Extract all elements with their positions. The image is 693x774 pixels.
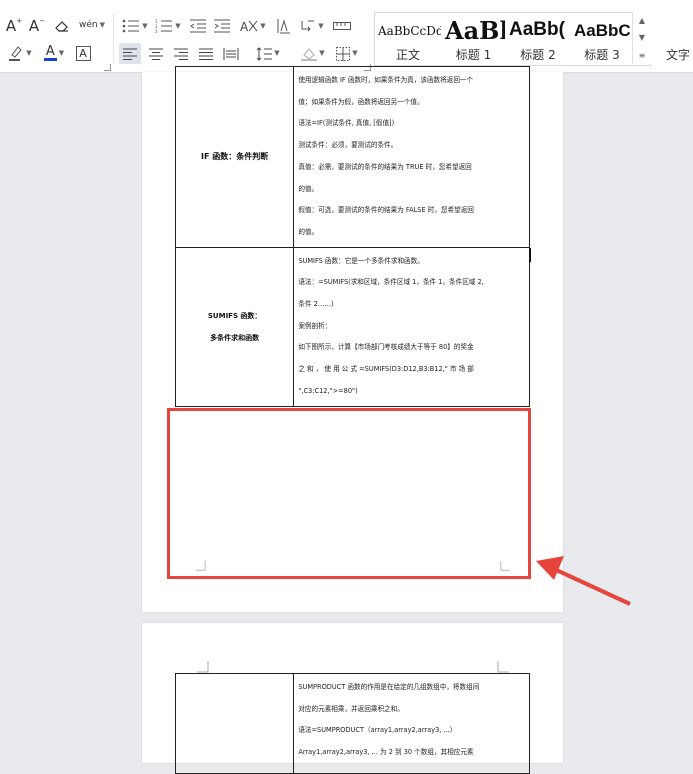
description-line: SUMIFS 函数：它是一个多条件求和函数。 <box>298 256 424 265</box>
line-spacing-icon[interactable]: ▼ <box>253 43 283 64</box>
style-normal-label: 正文 <box>395 48 420 62</box>
font-color-icon[interactable]: A ▼ <box>40 43 68 63</box>
align-left-icon[interactable] <box>119 43 141 64</box>
style-heading-2[interactable]: AaBb( 标题 2 <box>506 13 570 65</box>
table-cell-description[interactable]: 使用逻辑函数 IF 函数时，如果条件为真，该函数将返回一个 值；如果条件为假，函… <box>293 66 530 248</box>
description-line: 真值：必需，要测试的条件的结果为 TRUE 时，您希望返回 <box>298 162 472 171</box>
table-cell-label[interactable]: IF 函数：条件判断 <box>174 66 295 248</box>
style-heading-3-label: 标题 3 <box>584 48 620 62</box>
function-table: IF 函数：条件判断 使用逻辑函数 IF 函数时，如果条件为真，该函数将返回一个… <box>174 66 530 407</box>
description-line: 使用逻辑函数 IF 函数时，如果条件为真，该函数将返回一个 <box>298 76 474 84</box>
table-row: IF 函数：条件判断 使用逻辑函数 IF 函数时，如果条件为真，该函数将返回一个… <box>174 66 530 248</box>
description-line: 语法=IF(测试条件, 真值, [假值]) <box>298 119 395 128</box>
font-dialog-launcher[interactable] <box>104 64 111 71</box>
ribbon-toolbar: A + A − wén ▼ ▼ 1 2 3 ▼ A ▼ ▼ ▼ A ▼ A ▼ … <box>0 0 693 73</box>
description-line: 的值。 <box>298 184 319 193</box>
style-heading-1-label: 标题 1 <box>455 48 492 62</box>
description-line: 之 和 ， 使 用 公 式 =SUMIFS(D3:D12,B3:B12," 市 … <box>298 365 474 374</box>
table-cell-label[interactable]: SUMIFS 函数： 多条件求和函数 <box>174 246 295 407</box>
ruler-icon[interactable] <box>331 16 353 36</box>
crop-mark-icon <box>497 661 509 673</box>
table-cell-label[interactable] <box>174 673 295 774</box>
grow-font-label: A <box>5 16 17 35</box>
description-line: 测试条件：必须，要测试的条件。 <box>298 141 398 150</box>
chevron-up-icon[interactable]: ▲ <box>639 16 645 25</box>
function-table: SUMPRODUCT 函数的作用是在给定的几组数组中，将数组间 对应的元素相乘，… <box>174 673 530 774</box>
phonetic-guide-label: wén <box>79 19 98 30</box>
description-line: 语法=SUMPRODUCT（array1,array2,array3, ...） <box>298 726 457 735</box>
crop-mark-icon <box>196 561 206 571</box>
align-center-icon[interactable] <box>145 43 167 64</box>
description-line: ",C3:C12,">=80") <box>298 386 358 395</box>
phonetic-guide-button[interactable]: wén ▼ <box>78 14 106 36</box>
shrink-font-button[interactable]: A − <box>27 16 47 36</box>
style-heading-3-sample: AaBbC <box>574 21 631 40</box>
svg-text:A: A <box>240 20 249 33</box>
decrease-indent-icon[interactable] <box>188 16 208 36</box>
description-line: SUMPRODUCT 函数的作用是在给定的几组数组中，将数组间 <box>298 683 480 691</box>
increase-indent-icon[interactable] <box>212 16 232 36</box>
style-heading-2-label: 标题 2 <box>520 48 556 62</box>
description-line: 案例剖析： <box>298 321 332 330</box>
shrink-font-label: A <box>28 16 40 35</box>
style-gallery: AaBbCcDd 正文 AaBl 标题 1 AaBb( 标题 2 AaBbC 标… <box>374 12 651 66</box>
table-row: SUMIFS 函数： 多条件求和函数 SUMIFS 函数：它是一个多条件求和函数… <box>174 246 530 407</box>
style-heading-2-sample: AaBb( <box>509 19 565 40</box>
table-row: SUMPRODUCT 函数的作用是在给定的几组数组中，将数组间 对应的元素相乘，… <box>174 673 530 774</box>
justify-icon[interactable] <box>195 43 217 64</box>
distributed-align-icon[interactable] <box>220 43 242 64</box>
description-line: 如下图所示，计算【市场部门考核成绩大于等于 80】的奖金 <box>298 343 474 352</box>
style-heading-1[interactable]: AaBl 标题 1 <box>442 13 505 65</box>
description-line: Array1,array2,array3, ... 为 2 到 30 个数组，其… <box>298 748 474 757</box>
description-line: 条件 2……) <box>298 300 334 309</box>
text-direction-icon[interactable] <box>273 16 293 36</box>
borders-icon[interactable]: ▼ <box>332 43 362 64</box>
align-right-icon[interactable] <box>170 43 192 64</box>
style-normal-sample: AaBbCcDd <box>378 24 441 38</box>
style-heading-1-sample: AaBl <box>445 16 505 45</box>
highlighter-icon[interactable]: ▼ <box>4 43 36 63</box>
description-line: 值；如果条件为假，函数将返回另一个值。 <box>298 97 424 106</box>
chevron-down-icon[interactable]: ▼ <box>639 33 645 42</box>
description-line: 假值：可选，要测试的条件的结果为 FALSE 时，您希望返回 <box>298 206 474 215</box>
if-function-label: IF 函数：条件判断 <box>201 152 269 162</box>
highlighted-empty-area <box>167 408 531 579</box>
style-heading-3[interactable]: AaBbC 标题 3 <box>571 13 633 65</box>
description-line: 的值。 <box>298 227 319 236</box>
crop-mark-icon <box>197 661 209 673</box>
shading-icon[interactable]: ▼ <box>298 43 328 64</box>
sort-icon[interactable]: ▼ <box>298 16 326 36</box>
sumifs-label-line-2: 多条件求和函数 <box>210 333 260 342</box>
description-line: 对应的元素相乘，并返回乘积之和。 <box>298 704 404 713</box>
numbered-list-icon[interactable]: 1 2 3 ▼ <box>153 16 183 36</box>
red-arrow-icon <box>536 556 631 606</box>
character-border-icon[interactable]: A <box>73 43 93 63</box>
sumifs-label-line-1: SUMIFS 函数： <box>207 311 262 320</box>
row-end-marker <box>529 248 531 262</box>
text-tool-label[interactable]: 文字 <box>666 46 690 63</box>
eraser-icon[interactable] <box>52 16 72 36</box>
bullet-list-icon[interactable]: ▼ <box>120 16 150 36</box>
chinese-layout-icon[interactable]: A ▼ <box>238 16 268 36</box>
ribbon-separator <box>113 14 114 64</box>
grow-font-button[interactable]: A + <box>4 16 24 36</box>
svg-text:3: 3 <box>155 29 158 33</box>
document-page-2: SUMPRODUCT 函数的作用是在给定的几组数组中，将数组间 对应的元素相乘，… <box>142 623 563 774</box>
style-normal[interactable]: AaBbCcDd 正文 <box>375 13 441 65</box>
table-cell-description[interactable]: SUMPRODUCT 函数的作用是在给定的几组数组中，将数组间 对应的元素相乘，… <box>293 673 530 774</box>
table-cell-description[interactable]: SUMIFS 函数：它是一个多条件求和函数。 语法：=SUMIFS(求和区域，条… <box>293 246 530 407</box>
description-line: 语法：=SUMIFS(求和区域，条件区域 1，条件 1，条件区域 2, <box>298 278 484 287</box>
expand-gallery-icon[interactable]: ≡ <box>639 51 646 60</box>
crop-mark-icon <box>500 561 510 571</box>
style-gallery-scroll[interactable]: ▲ ▼ ≡ <box>632 12 651 64</box>
